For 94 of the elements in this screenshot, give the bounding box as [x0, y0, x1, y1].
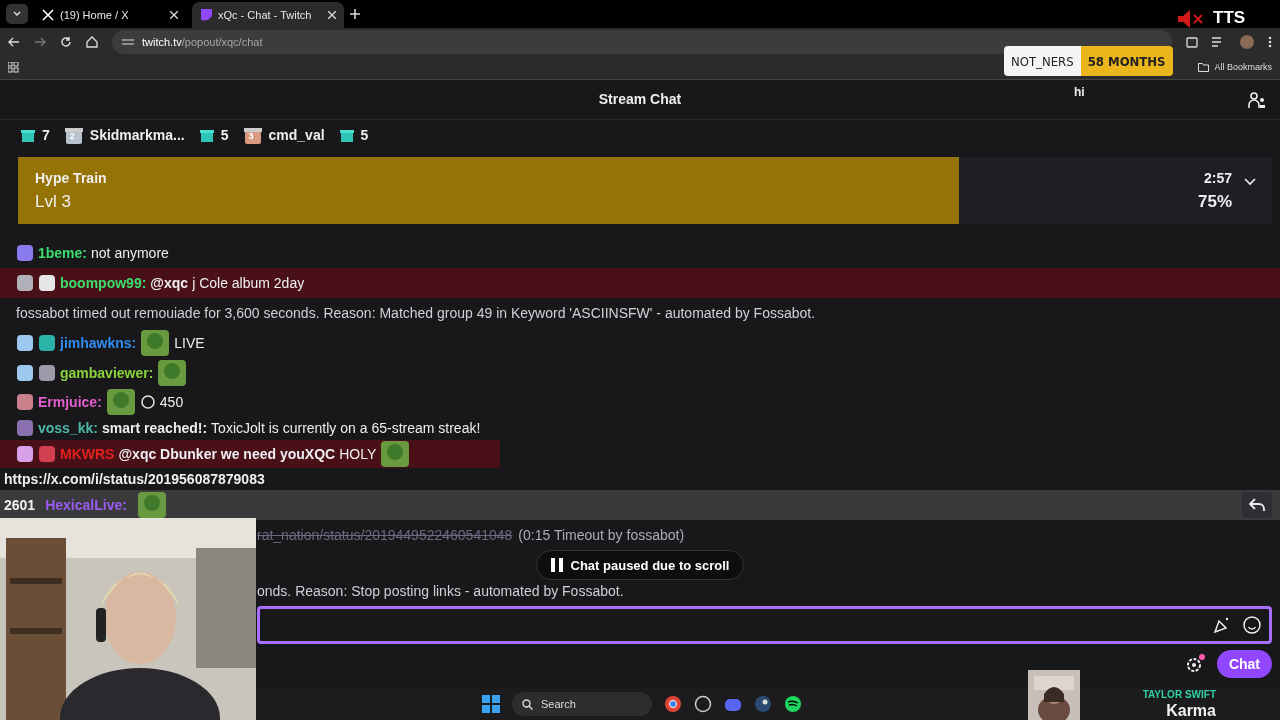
settings-icon[interactable] [1184, 654, 1205, 674]
all-bookmarks-button[interactable]: All Bookmarks [1198, 62, 1272, 73]
users-icon[interactable] [1248, 90, 1266, 109]
chat-paused-button[interactable]: Chat paused due to scroll [535, 550, 745, 580]
browser-tab[interactable]: (19) Home / X [34, 2, 186, 28]
mention-text: @xqc [150, 275, 189, 291]
site-settings-icon[interactable] [122, 36, 134, 47]
hype-train-banner[interactable]: Hype Train Lvl 3 2:57 75% [18, 157, 1272, 224]
song-title: Karma [1166, 702, 1216, 720]
subscriber-months: 58 MONTHS [1080, 46, 1173, 76]
moderation-notice: onds. Reason: Stop posting links - automated by Fossabot. [257, 583, 624, 599]
game-store-icon[interactable] [754, 695, 772, 713]
home-icon[interactable] [86, 35, 98, 48]
message-text: j Cole album 2day [192, 275, 305, 291]
overlay-caption: hi [1074, 85, 1085, 99]
search-icon [522, 698, 533, 710]
url-path: /popout/xqc/chat [181, 35, 263, 48]
new-tab-icon[interactable] [350, 9, 360, 19]
gift-icon [20, 127, 36, 144]
moderation-notice: fossabot timed out remouiade for 3,600 seconds. Reason: Matched group 49 in Keyword 'ASCIINSFW' - automated by Fossabot. [16, 305, 816, 321]
emote-icon [157, 359, 188, 387]
tab-title: (19) Home / X [60, 9, 130, 21]
gift-count: 5 [220, 127, 229, 144]
gift-icon [198, 127, 215, 144]
mention-text: reached!: [144, 420, 208, 436]
chat-input[interactable] [257, 606, 1272, 644]
chat-send-button[interactable]: Chat [1216, 650, 1272, 678]
rank-number: 3 [248, 131, 254, 142]
chat-username[interactable]: voss_kk: [38, 420, 98, 436]
tab-favicon-icon [42, 9, 54, 21]
browser-icon[interactable] [664, 695, 682, 713]
menu-icon[interactable] [1268, 35, 1272, 48]
folder-icon [1198, 62, 1210, 72]
gift-count: 7 [42, 127, 50, 144]
avatar-icon[interactable] [1240, 34, 1254, 49]
message-text: ToxicJolt is currently on a 65-stream streak! [211, 420, 481, 436]
chat-username[interactable]: 1beme: [38, 245, 88, 261]
music-app-icon[interactable] [784, 695, 802, 713]
tab-list-button[interactable] [6, 4, 28, 24]
hype-percent: 75% [1197, 191, 1232, 212]
chat-username[interactable]: boompow99: [60, 275, 147, 291]
artist-name: TAYLOR SWIFT [1142, 689, 1216, 700]
back-icon[interactable] [8, 35, 20, 48]
mention-text: smart [101, 420, 141, 436]
browser-tab[interactable]: xQc - Chat - Twitch [192, 2, 344, 28]
chat-username[interactable]: jimhawkns: [60, 335, 137, 351]
gift-count: 5 [360, 127, 369, 144]
timeout-note: (0:15 Timeout by fossabot) [518, 527, 685, 543]
hype-level: Lvl 3 [35, 191, 72, 212]
address-bar[interactable]: twitch.tv/popout/xqc/chat [112, 29, 1172, 54]
reply-button[interactable] [1242, 492, 1272, 518]
hype-train-title: Hype Train [35, 169, 108, 186]
emote-icon [140, 329, 171, 357]
reload-icon[interactable] [60, 35, 72, 48]
forward-icon[interactable] [34, 35, 46, 48]
points-icon [139, 394, 156, 410]
gifter-name: Skidmarkma... [89, 127, 185, 144]
hype-timer: 2:57 [1203, 169, 1232, 186]
tab-favicon-icon [200, 9, 212, 21]
emoji-icon[interactable] [1243, 616, 1261, 634]
caret-icon [12, 9, 22, 19]
chat-username[interactable]: gambaviewer: [60, 365, 154, 381]
subscriber-name: NOT_NERS [1004, 46, 1081, 76]
close-icon[interactable] [328, 11, 336, 19]
tab-title: xQc - Chat - Twitch [218, 9, 313, 21]
tts-label: TTS [1213, 8, 1246, 28]
emote-icon [380, 440, 411, 468]
points-count: 450 [159, 394, 184, 410]
emote-icon [105, 388, 136, 416]
windows-start-icon[interactable] [482, 695, 500, 713]
message-text: HOLY [339, 446, 377, 462]
gift-icon [338, 127, 355, 144]
taskbar-search[interactable]: Search [512, 692, 652, 716]
emote-icon [136, 491, 167, 519]
recorder-icon[interactable] [694, 695, 712, 713]
gifter-name: cmd_val [268, 127, 325, 144]
gift-icon [63, 125, 84, 146]
message-text: LIVE [174, 335, 205, 351]
link-text[interactable]: https://x.com/i/status/201956087879083 [4, 471, 265, 487]
gift-icon [242, 125, 263, 146]
apps-icon[interactable] [8, 61, 19, 73]
chat-title: Stream Chat [598, 91, 682, 108]
mention-text: @xqc Dbunker we need youXQC [118, 446, 336, 462]
chevron-down-icon[interactable] [1244, 177, 1256, 186]
extensions-icon[interactable] [1186, 35, 1198, 48]
muted-speaker-icon [1178, 10, 1204, 28]
close-icon[interactable] [170, 11, 178, 19]
rank-number: 2 [69, 131, 75, 142]
url-host: twitch.tv [142, 35, 182, 48]
reply-icon [1249, 498, 1265, 512]
chat-username[interactable]: Ermjuice: [38, 394, 102, 410]
message-text: not anymore [91, 245, 169, 261]
overlay-count: 2601 [4, 497, 36, 513]
pause-icon [550, 558, 563, 572]
